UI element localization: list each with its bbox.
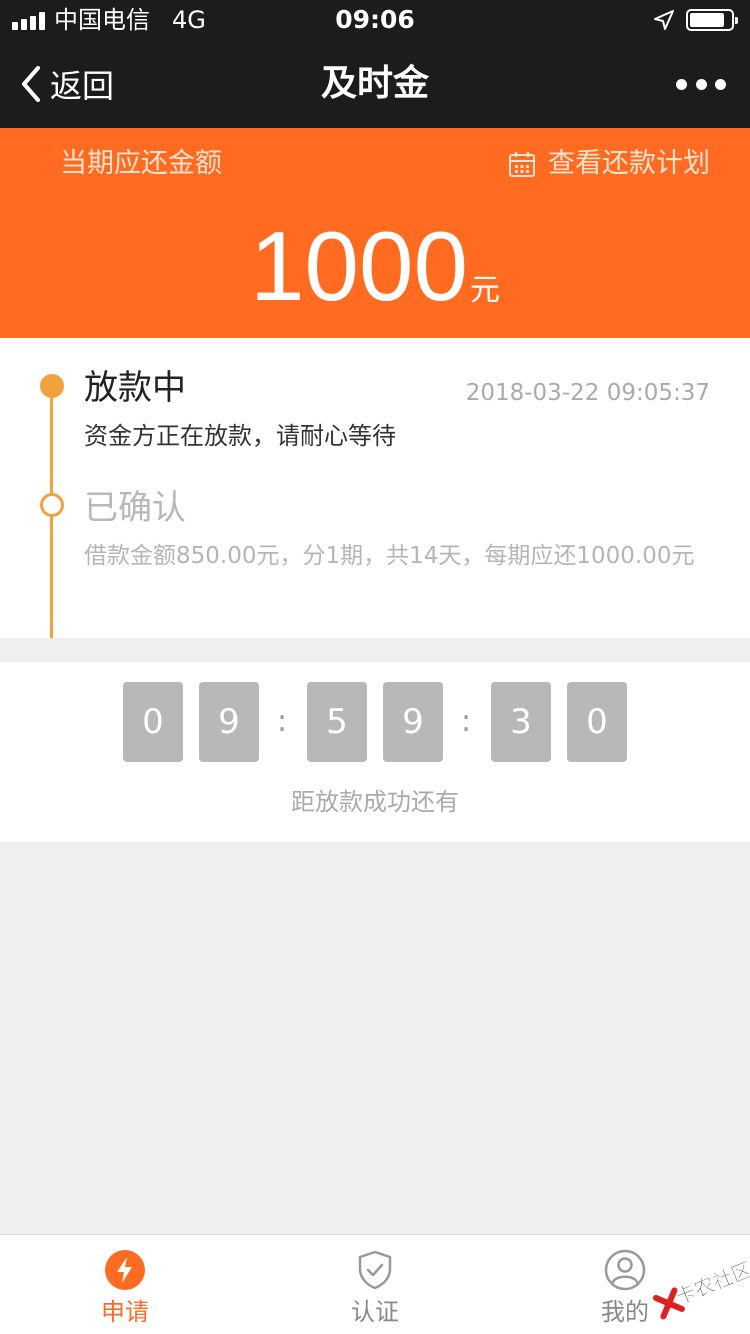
tab-apply[interactable]: 申请: [0, 1235, 250, 1334]
countdown-panel: 0 9 : 5 9 : 3 0 距放款成功还有: [0, 662, 750, 842]
countdown-digit: 3: [491, 682, 551, 762]
user-icon: [604, 1249, 646, 1291]
countdown-digit: 9: [383, 682, 443, 762]
nav-bar: 返回 及时金: [0, 40, 750, 128]
step-desc-disbursing: 资金方正在放款，请耐心等待: [84, 422, 396, 450]
step-desc-confirmed: 借款金额850.00元，分1期，共14天，每期应还1000.00元: [84, 543, 695, 569]
tab-verify[interactable]: 认证: [250, 1235, 500, 1334]
status-bar: 中国电信 4G 09:06: [0, 0, 750, 40]
tab-label: 申请: [101, 1298, 149, 1326]
shield-check-icon: [358, 1250, 392, 1290]
countdown-digit: 0: [567, 682, 627, 762]
status-time: 09:06: [335, 5, 415, 34]
status-timeline: 放款中 2018-03-22 09:05:37 资金方正在放款，请耐心等待 已确…: [0, 338, 750, 638]
due-amount-value: 1000: [249, 211, 468, 321]
step-title-disbursing: 放款中: [84, 368, 186, 408]
location-arrow-icon: [654, 10, 674, 30]
countdown-caption: 距放款成功还有: [291, 788, 459, 816]
countdown-separator: :: [460, 704, 472, 739]
tab-label: 认证: [351, 1298, 399, 1326]
view-repayment-plan-button[interactable]: 查看还款计划: [508, 146, 710, 182]
countdown-digit: 9: [199, 682, 259, 762]
page-title: 及时金: [320, 63, 429, 104]
countdown-digit: 5: [307, 682, 367, 762]
timeline-dot-active: [40, 374, 64, 398]
more-button[interactable]: [676, 74, 726, 94]
step-timestamp: 2018-03-22 09:05:37: [465, 380, 710, 406]
due-amount: 1000元: [0, 214, 750, 318]
calendar-icon: [509, 152, 535, 177]
timeline-dot-done: [40, 493, 64, 517]
due-amount-unit: 元: [470, 273, 500, 308]
battery-icon: [686, 9, 738, 31]
lightning-icon: [105, 1250, 145, 1290]
tab-bar: 申请 认证 我的: [0, 1234, 750, 1334]
repayment-banner: 当期应还金额 查看还款计划 1000元: [0, 128, 750, 338]
current-due-label: 当期应还金额: [60, 148, 222, 179]
countdown-separator: :: [276, 704, 288, 739]
view-repayment-plan-label: 查看还款计划: [548, 148, 710, 179]
countdown-digit: 0: [123, 682, 183, 762]
step-title-confirmed: 已确认: [84, 488, 186, 528]
more-dots-icon: [676, 78, 687, 90]
